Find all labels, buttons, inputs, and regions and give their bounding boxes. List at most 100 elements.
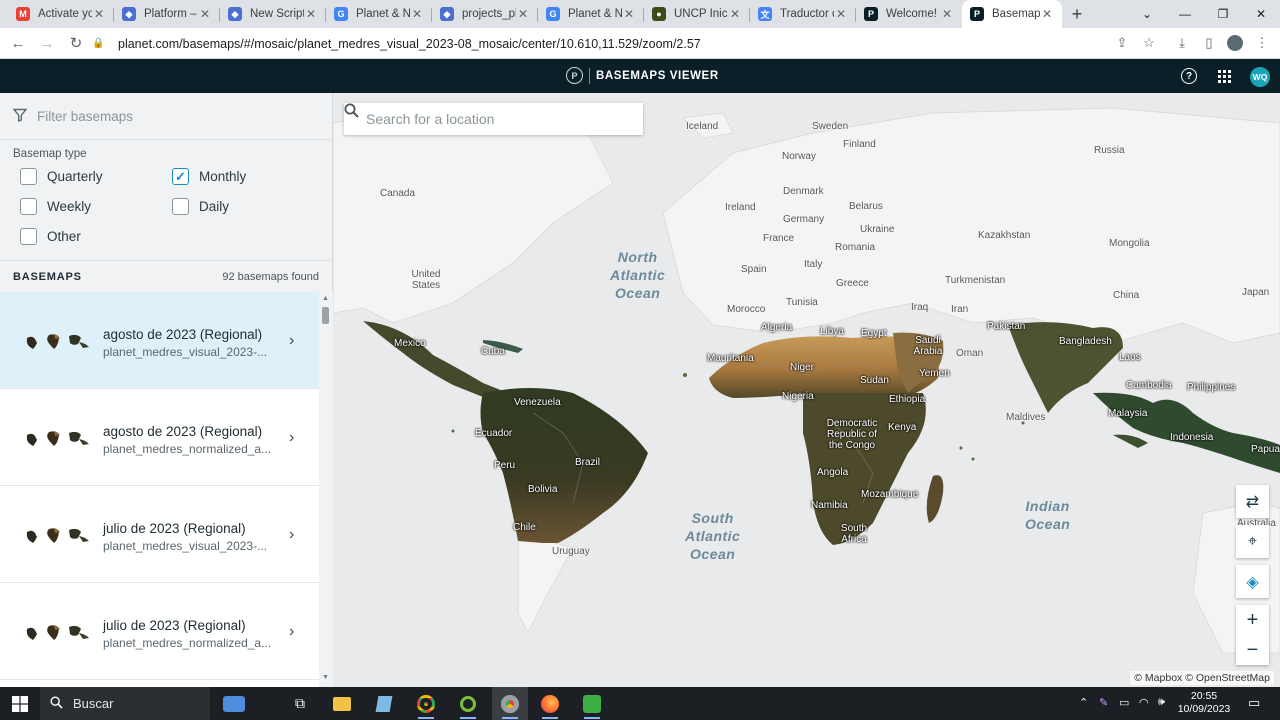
layers-icon[interactable]: ◈ <box>1236 565 1269 598</box>
browser-tab[interactable]: M Activate yo ✕ <box>8 0 114 28</box>
checkbox-monthly[interactable]: ✓ Monthly <box>172 168 246 185</box>
basemap-list-item[interactable]: julio de 2023 (Regional) planet_medres_v… <box>0 486 319 583</box>
bookmark-star-icon[interactable]: ☆ <box>1138 31 1160 55</box>
compare-swap-icon[interactable]: ⇄ <box>1236 485 1269 518</box>
help-icon[interactable]: ? <box>1181 68 1197 84</box>
pen-icon[interactable]: ✎ <box>1099 696 1108 709</box>
close-window-icon[interactable]: ✕ <box>1242 0 1280 28</box>
share-icon[interactable]: ⇪ <box>1111 31 1133 55</box>
volume-icon[interactable]: 🕪 <box>1158 696 1165 709</box>
close-tab-icon[interactable]: ✕ <box>198 7 212 21</box>
taskbar-clock[interactable]: 20:55 10/09/2023 <box>1176 690 1232 716</box>
close-tab-icon[interactable]: ✕ <box>304 7 318 21</box>
lock-icon[interactable]: 🔒 <box>92 38 104 49</box>
tab-title: Welcome! <box>886 8 937 20</box>
browser-tab[interactable]: ◆ projects_pla✕ <box>432 0 538 28</box>
browser-menu-icon[interactable]: ⋮ <box>1251 31 1273 55</box>
notifications-icon[interactable]: ▭ <box>1248 695 1260 711</box>
place-label: Venezuela <box>514 397 561 408</box>
chrome-icon[interactable] <box>408 687 444 720</box>
chevron-right-icon[interactable]: › <box>289 332 294 350</box>
checkbox-daily[interactable]: Daily <box>172 198 229 215</box>
zoom-out-icon[interactable]: − <box>1247 639 1259 662</box>
close-tab-icon[interactable]: ✕ <box>1040 7 1054 21</box>
checkbox-weekly[interactable]: Weekly <box>20 198 91 215</box>
browser-tab[interactable]: ◆ New Script ✕ <box>220 0 326 28</box>
back-icon[interactable]: ← <box>5 30 31 56</box>
browser-tab[interactable]: ◆ Platform – G✕ <box>114 0 220 28</box>
zoom-in-icon[interactable]: + <box>1247 609 1259 632</box>
download-icon[interactable]: ⤓ <box>1171 31 1193 55</box>
checkbox-box[interactable] <box>20 228 37 245</box>
new-tab-button[interactable]: + <box>1062 0 1092 28</box>
checkmark-icon[interactable]: ✓ <box>172 168 189 185</box>
checkbox-box[interactable] <box>172 198 189 215</box>
list-scrollbar[interactable]: ▲ ▼ <box>319 292 333 687</box>
close-tab-icon[interactable]: ✕ <box>622 7 636 21</box>
reload-icon[interactable]: ↻ <box>63 30 89 56</box>
task-view-icon[interactable]: ⧉ <box>282 687 318 720</box>
camtasia-icon[interactable] <box>574 687 610 720</box>
browser-tab[interactable]: ● UNCP Inicio✕ <box>644 0 750 28</box>
basemap-list-item[interactable]: julio de 2023 (Regional) planet_medres_n… <box>0 583 319 680</box>
checkbox-box[interactable] <box>20 168 37 185</box>
notepad-icon[interactable] <box>366 687 402 720</box>
chevron-right-icon[interactable]: › <box>289 623 294 641</box>
forward-icon[interactable]: → <box>34 30 60 56</box>
checkbox-box[interactable] <box>20 198 37 215</box>
basemap-list-item[interactable]: agosto de 2023 (Regional) planet_medres_… <box>0 292 319 389</box>
close-tab-icon[interactable]: ✕ <box>92 7 106 21</box>
apps-grid-icon[interactable] <box>1216 68 1232 84</box>
browser-tab[interactable]: 文 Traductor d ✕ <box>750 0 856 28</box>
basemaps-header: BASEMAPS 92 basemaps found <box>0 260 333 292</box>
app-title: BASEMAPS VIEWER <box>596 69 719 82</box>
checkbox-quarterly[interactable]: Quarterly <box>20 168 103 185</box>
user-avatar[interactable]: WQ <box>1250 67 1270 87</box>
file-explorer-icon[interactable] <box>324 687 360 720</box>
location-search-input[interactable]: Search for a location <box>344 103 643 135</box>
place-label: Iran <box>951 304 969 315</box>
place-label: Cuba <box>481 346 505 357</box>
show-hidden-icons[interactable]: ⌃ <box>1079 696 1088 709</box>
scroll-up-icon[interactable]: ▲ <box>322 295 329 302</box>
qgis-icon[interactable] <box>450 687 486 720</box>
app-brand[interactable]: P BASEMAPS VIEWER <box>566 67 719 84</box>
windows-start-icon[interactable] <box>0 687 40 720</box>
browser-tab[interactable]: P Basemaps V✕ <box>962 0 1062 28</box>
close-tab-icon[interactable]: ✕ <box>516 7 530 21</box>
scrollbar-thumb[interactable] <box>322 307 329 324</box>
scroll-down-icon[interactable]: ▼ <box>322 674 329 681</box>
close-tab-icon[interactable]: ✕ <box>940 7 954 21</box>
place-label: Morocco <box>727 304 766 315</box>
browser-tab[interactable]: G Planet & NI ✕ <box>326 0 432 28</box>
place-label: Ecuador <box>475 428 513 439</box>
close-tab-icon[interactable]: ✕ <box>410 7 424 21</box>
side-panel-icon[interactable]: ▯ <box>1198 31 1220 55</box>
chrome-active-icon[interactable] <box>492 687 528 720</box>
minimize-icon[interactable]: — <box>1166 0 1204 28</box>
close-tab-icon[interactable]: ✕ <box>728 7 742 21</box>
filter-basemaps-input[interactable]: Filter basemaps <box>0 93 333 140</box>
basemap-list-item[interactable]: agosto de 2023 (Regional) planet_medres_… <box>0 389 319 486</box>
browser-tab[interactable]: G Planet & NI ✕ <box>538 0 644 28</box>
browser-tab[interactable]: P Welcome! ✕ <box>856 0 962 28</box>
profile-icon[interactable] <box>1224 31 1246 55</box>
maximize-icon[interactable]: ❐ <box>1204 0 1242 28</box>
place-label: Japan <box>1242 287 1270 298</box>
widgets-icon[interactable] <box>214 687 254 720</box>
taskbar-search[interactable]: Buscar <box>40 687 210 720</box>
place-label: Brazil <box>575 457 601 468</box>
tab-search-icon[interactable]: ⌄ <box>1128 0 1166 28</box>
checkbox-other[interactable]: Other <box>20 228 81 245</box>
address-bar[interactable]: 🔒 planet.com/basemaps/#/mosaic/planet_me… <box>92 31 1102 56</box>
tab-title: Platform – G <box>144 8 198 20</box>
my-location-icon[interactable]: ⌖ <box>1236 525 1269 558</box>
basemap-map[interactable]: Search for a location North Atlantic Ocean… <box>333 93 1280 687</box>
close-tab-icon[interactable]: ✕ <box>834 7 848 21</box>
firefox-icon[interactable] <box>532 687 568 720</box>
chevron-right-icon[interactable]: › <box>289 526 294 544</box>
chevron-right-icon[interactable]: › <box>289 429 294 447</box>
wifi-icon[interactable]: ◠ <box>1139 696 1149 709</box>
map-attribution[interactable]: © Mapbox © OpenStreetMap <box>1130 671 1274 685</box>
battery-icon[interactable]: ▭ <box>1119 696 1129 709</box>
